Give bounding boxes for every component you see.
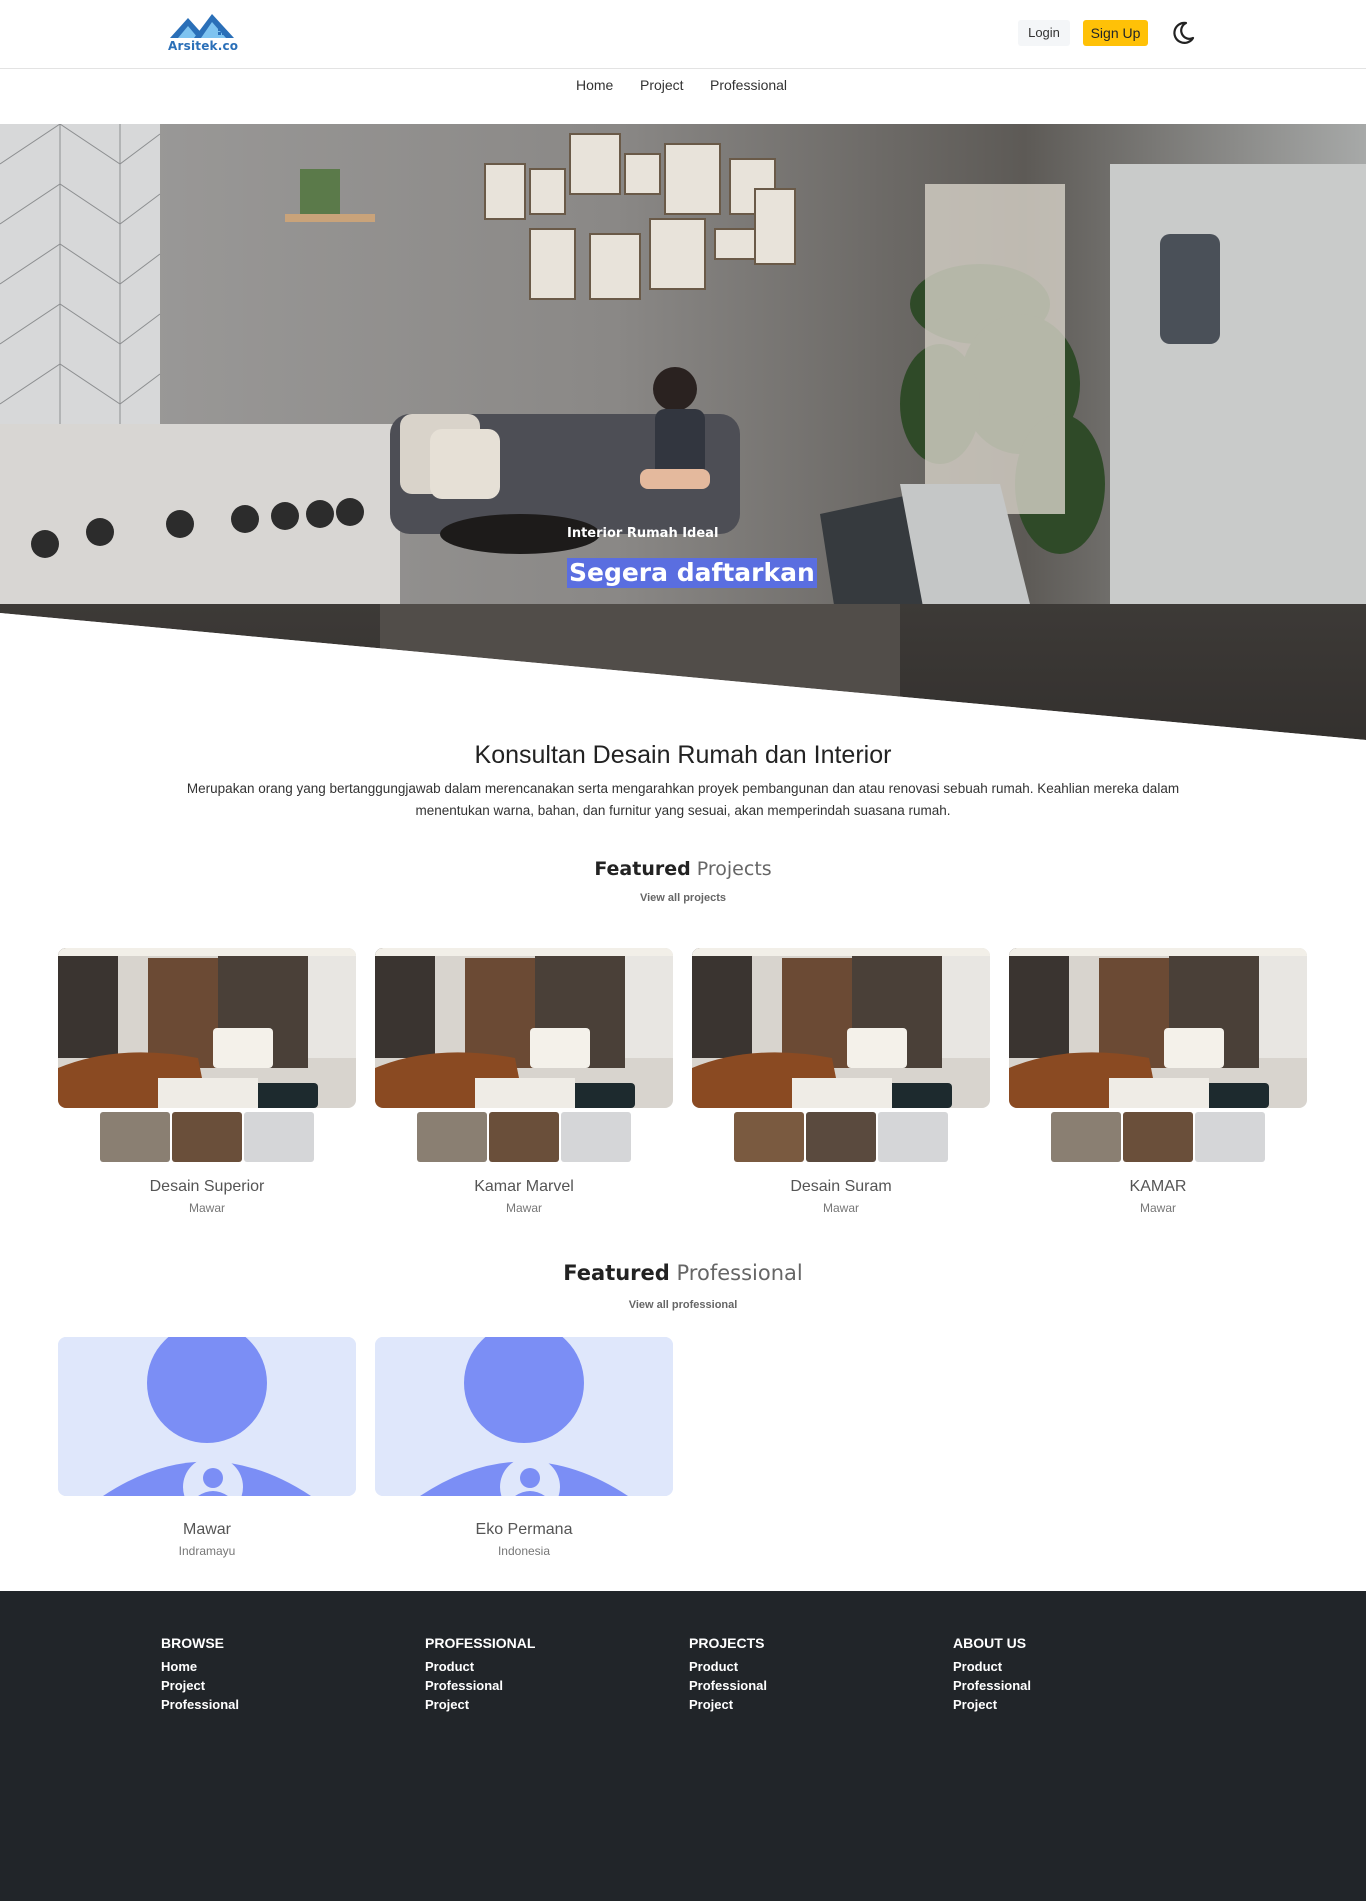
project-card[interactable]: Desain Suram Mawar [692, 948, 990, 1215]
footer-column-browse: BROWSE Home Project Professional [161, 1635, 239, 1714]
project-thumbnail[interactable] [1123, 1112, 1193, 1162]
footer-column-projects: PROJECTS Product Professional Project [689, 1635, 767, 1714]
project-thumbnail[interactable] [100, 1112, 170, 1162]
project-thumbnail[interactable] [734, 1112, 804, 1162]
featured-professional-title: Featured Professional [0, 1261, 1366, 1285]
project-card[interactable]: Desain Superior Mawar [58, 948, 356, 1215]
project-thumbnail[interactable] [878, 1112, 948, 1162]
professional-card[interactable]: Eko Permana Indonesia [375, 1337, 673, 1558]
footer-link[interactable]: Professional [161, 1695, 239, 1714]
project-thumbnail[interactable] [172, 1112, 242, 1162]
nav-professional[interactable]: Professional [710, 77, 787, 93]
project-thumbnail[interactable] [244, 1112, 314, 1162]
project-owner: Mawar [188, 1201, 225, 1215]
project-name[interactable]: KAMAR [1009, 1178, 1307, 1196]
main-nav: Home Project Professional [0, 70, 1366, 125]
intro-description: Merupakan orang yang bertanggungjawab da… [186, 781, 1180, 818]
footer-heading: PROJECTS [689, 1635, 765, 1651]
project-thumbnail[interactable] [806, 1112, 876, 1162]
footer-link[interactable]: Product [689, 1657, 767, 1676]
project-main-image[interactable] [692, 948, 990, 1108]
footer-link[interactable]: Project [953, 1695, 1031, 1714]
footer-column-about-us: ABOUT US Product Professional Project [953, 1635, 1031, 1714]
user-placeholder-icon [58, 1337, 356, 1496]
professional-name[interactable]: Mawar [58, 1521, 356, 1539]
project-main-image[interactable] [375, 948, 673, 1108]
project-main-image[interactable] [58, 948, 356, 1108]
professional-card[interactable]: Mawar Indramayu [58, 1337, 356, 1558]
project-name[interactable]: Desain Superior [58, 1178, 356, 1196]
nav-project[interactable]: Project [640, 77, 684, 93]
hero-title: Segera daftarkan [567, 558, 817, 588]
house-logo-icon [170, 14, 234, 38]
project-thumbnail[interactable] [561, 1112, 631, 1162]
footer-link[interactable]: Project [425, 1695, 535, 1714]
footer-link[interactable]: Product [953, 1657, 1031, 1676]
footer-link[interactable]: Professional [689, 1676, 767, 1695]
footer-link[interactable]: Project [161, 1676, 239, 1695]
project-card[interactable]: KAMAR Mawar [1009, 948, 1307, 1215]
view-all-professional-link[interactable]: View all professional [0, 1299, 1366, 1311]
project-thumbnail[interactable] [1051, 1112, 1121, 1162]
project-thumbnail[interactable] [489, 1112, 559, 1162]
intro-title: Konsultan Desain Rumah dan Interior [474, 741, 892, 769]
footer-heading: ABOUT US [953, 1635, 1027, 1651]
footer-heading: BROWSE [161, 1635, 224, 1651]
footer-link[interactable]: Professional [425, 1676, 535, 1695]
top-header: Arsitek.co Login Sign Up [0, 0, 1366, 69]
featured-professional-title-bold: Featured [563, 1261, 670, 1285]
featured-projects-title-light: Projects [696, 858, 772, 880]
footer-link[interactable]: Home [161, 1657, 239, 1676]
project-thumbnails [1051, 1112, 1265, 1162]
footer-column-professional: PROFESSIONAL Product Professional Projec… [425, 1635, 535, 1714]
professional-name[interactable]: Eko Permana [375, 1521, 673, 1539]
footer-link[interactable]: Project [689, 1695, 767, 1714]
user-placeholder-icon [375, 1337, 673, 1496]
project-owner: Mawar [1139, 1201, 1176, 1215]
hero-background-image [0, 124, 1366, 740]
hero-banner: Interior Rumah Ideal Segera daftarkan [0, 124, 1366, 740]
project-owner: Mawar [822, 1201, 859, 1215]
project-thumbnail[interactable] [1195, 1112, 1265, 1162]
nav-home[interactable]: Home [576, 77, 613, 93]
professional-location: Indramayu [178, 1544, 236, 1558]
project-thumbnails [417, 1112, 631, 1162]
professional-avatar[interactable] [58, 1337, 356, 1496]
brand-logo[interactable]: Arsitek.co [168, 12, 244, 56]
brand-name: Arsitek.co [168, 39, 239, 53]
featured-projects-title: Featured Projects [0, 858, 1366, 880]
featured-projects-title-bold: Featured [594, 858, 691, 880]
view-all-projects-link[interactable]: View all projects [0, 892, 1366, 904]
footer-heading: PROFESSIONAL [425, 1635, 536, 1651]
project-name[interactable]: Desain Suram [692, 1178, 990, 1196]
professional-location: Indonesia [497, 1544, 551, 1558]
hero-subtitle: Interior Rumah Ideal [567, 526, 719, 541]
project-thumbnails [734, 1112, 948, 1162]
project-name[interactable]: Kamar Marvel [375, 1178, 673, 1196]
moon-icon[interactable] [1170, 20, 1196, 46]
login-button[interactable]: Login [1018, 20, 1070, 46]
footer-link[interactable]: Product [425, 1657, 535, 1676]
featured-professional-title-light: Professional [676, 1261, 803, 1285]
project-thumbnails [100, 1112, 314, 1162]
footer-link[interactable]: Professional [953, 1676, 1031, 1695]
professional-avatar[interactable] [375, 1337, 673, 1496]
project-main-image[interactable] [1009, 948, 1307, 1108]
signup-button[interactable]: Sign Up [1083, 20, 1148, 46]
project-owner: Mawar [505, 1201, 542, 1215]
project-thumbnail[interactable] [417, 1112, 487, 1162]
project-card[interactable]: Kamar Marvel Mawar [375, 948, 673, 1215]
site-footer: BROWSE Home Project Professional PROFESS… [0, 1591, 1366, 1901]
